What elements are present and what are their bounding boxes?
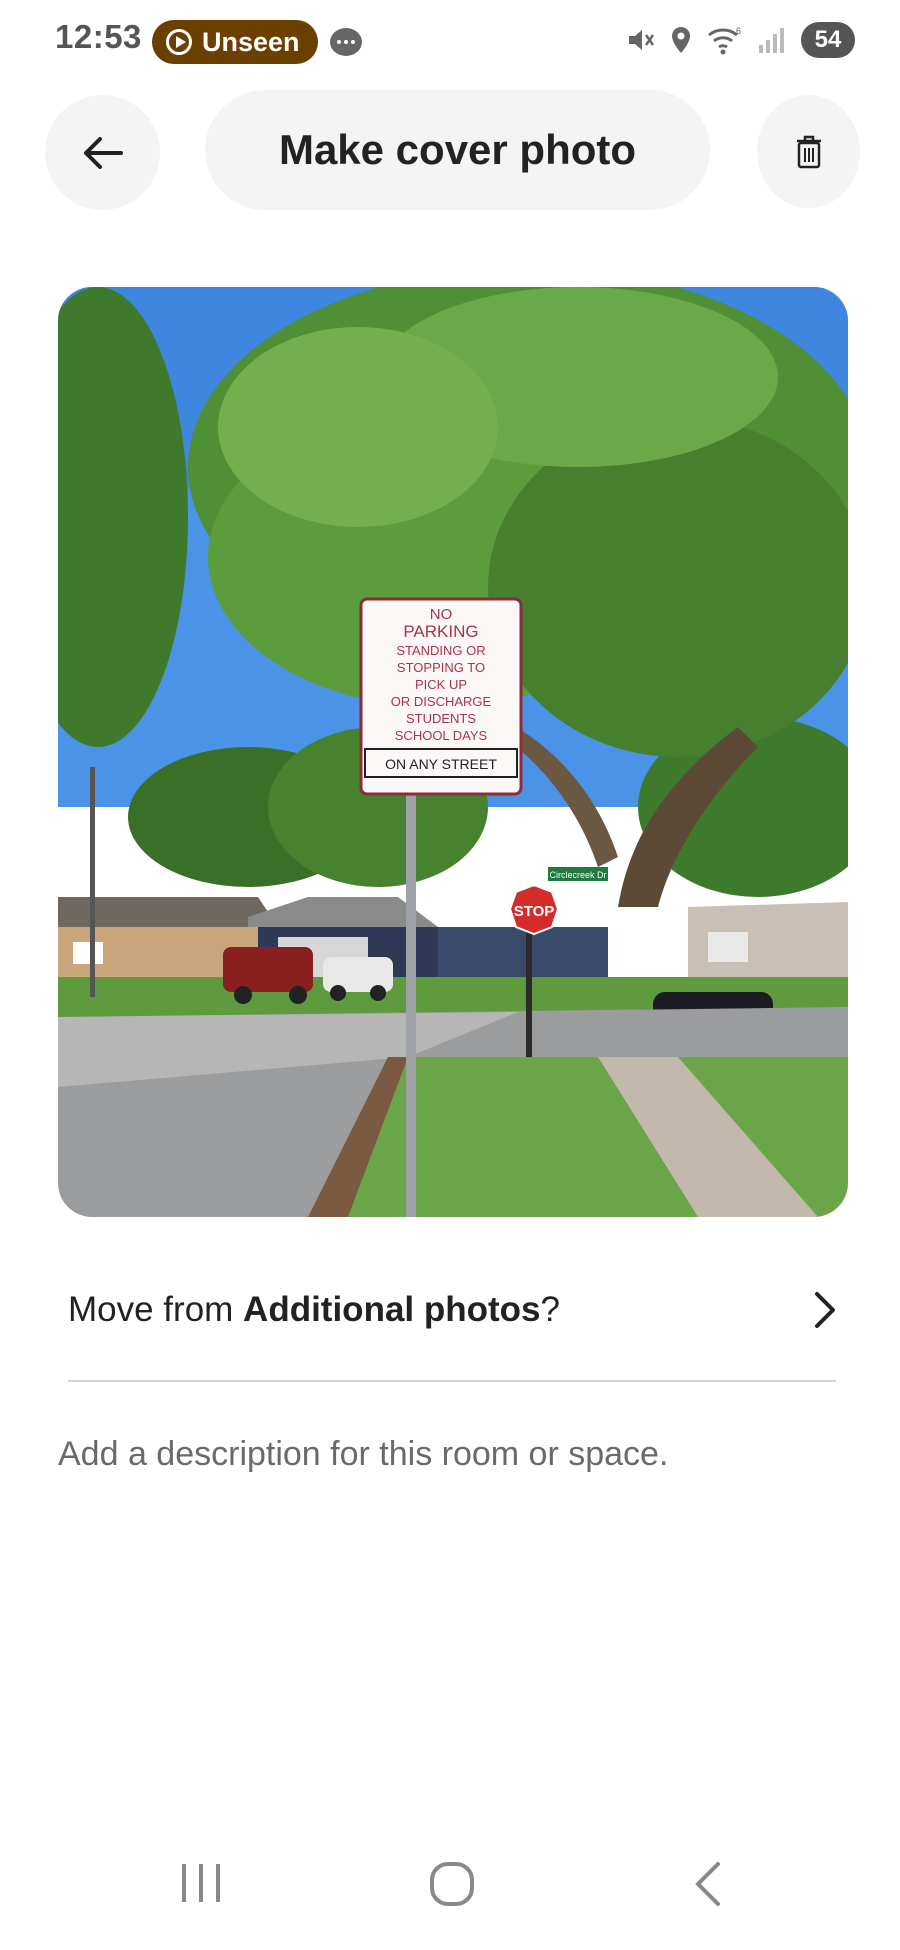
play-circle-icon [166,29,192,55]
move-row-prefix: Move from [68,1290,244,1329]
move-from-additional-photos[interactable]: Move from Additional photos? [68,1270,838,1350]
sign-line-4: STOPPING TO [397,660,485,675]
chat-bubble-icon [330,28,362,56]
system-nav-bar [0,1840,900,1930]
sign-line-6: OR DISCHARGE [391,694,492,709]
home-icon [430,1862,474,1906]
sign-line-8: SCHOOL DAYS [395,728,488,743]
svg-text:6: 6 [736,26,741,36]
make-cover-photo-button[interactable]: Make cover photo [205,90,710,210]
description-input[interactable]: Add a description for this room or space… [58,1435,668,1474]
battery-icon: 54 [801,22,855,58]
delete-photo-button[interactable] [757,95,860,208]
chevron-right-icon [815,1292,835,1328]
home-button[interactable] [428,1860,476,1908]
recent-apps-icon [182,1864,220,1902]
sign-line-3: STANDING OR [396,643,485,658]
nav-back-button[interactable] [690,1860,724,1908]
street-sign-text: Circlecreek Dr [549,870,606,880]
recent-apps-button[interactable] [178,1860,224,1906]
page-title: Make cover photo [278,126,637,173]
location-icon [672,27,690,53]
stop-sign-text: STOP [514,903,555,920]
sign-line-5: PICK UP [415,677,467,692]
trash-icon [796,135,821,168]
move-row-label: Move from Additional photos? [68,1290,560,1330]
sign-line-1: NO [430,606,453,623]
unseen-label: Unseen [202,26,300,57]
sign-bottom-text: ON ANY STREET [385,756,497,772]
divider [68,1380,836,1382]
arrow-left-icon [83,136,123,169]
back-button[interactable] [45,95,160,210]
status-time: 12:53 [55,18,142,55]
move-row-emphasis: Additional photos [243,1290,541,1329]
signal-icon [759,28,784,53]
mute-icon [629,30,655,50]
sign-line-7: STUDENTS [406,711,476,726]
listing-photo: STOP Circlecreek Dr NO PARKING STANDING … [58,287,848,1217]
status-icons: 6 54 [625,22,855,58]
move-row-suffix: ? [540,1290,560,1329]
sign-line-2: PARKING [403,622,478,641]
back-icon [695,1862,720,1906]
wifi-icon: 6 [708,26,741,55]
photo-scene: STOP Circlecreek Dr NO PARKING STANDING … [58,287,848,1217]
unseen-badge[interactable]: Unseen [152,20,318,64]
status-bar: 12:53 Unseen 6 54 [0,0,900,80]
